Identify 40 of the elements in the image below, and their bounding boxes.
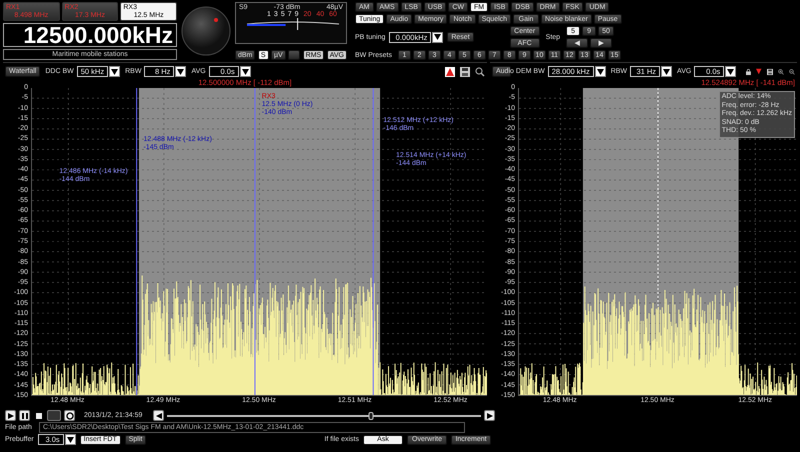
dropdown-button[interactable] [175,66,186,77]
dropdown-button[interactable] [661,66,672,77]
triangle-down-icon[interactable] [756,67,762,76]
caret-icon [177,68,184,74]
play-icon [8,412,14,418]
play-button[interactable] [5,410,16,421]
caret-icon [727,68,734,74]
caret-icon [66,436,74,442]
dropdown-button[interactable] [109,66,120,77]
dropdown-button[interactable] [725,66,736,77]
zoom-in-icon[interactable] [778,66,784,76]
frequency-display[interactable]: 12500.000kHz [3,23,177,47]
dropdown-button[interactable] [594,66,606,77]
warning-triangle-icon[interactable] [445,66,455,76]
dropdown-button[interactable] [240,66,251,77]
caret-icon [663,68,670,74]
zoom-icon[interactable] [475,66,485,76]
caret-icon [242,68,249,74]
zoom-out-icon[interactable] [788,66,796,76]
lock-icon[interactable] [746,66,752,76]
stop-button[interactable] [33,410,44,421]
save-icon[interactable] [460,66,470,76]
seek-end-button[interactable] [484,410,495,421]
loop-icon [66,412,74,420]
save-icon[interactable] [766,66,773,76]
pause-icon [22,412,28,418]
caret-icon [596,68,604,74]
stop-icon [36,412,42,418]
dropdown-button[interactable] [64,434,76,445]
dropdown-button[interactable] [432,32,444,42]
right-arrow-icon [486,412,492,418]
meter-needle [297,18,298,30]
position-slider[interactable] [167,412,481,420]
seek-start-button[interactable] [153,410,164,421]
pause-button[interactable] [19,410,30,421]
loop-button[interactable] [64,410,75,421]
slider-thumb[interactable] [368,412,374,420]
left-arrow-icon [156,412,162,418]
caret-icon [434,34,442,40]
caret-icon [111,68,118,74]
